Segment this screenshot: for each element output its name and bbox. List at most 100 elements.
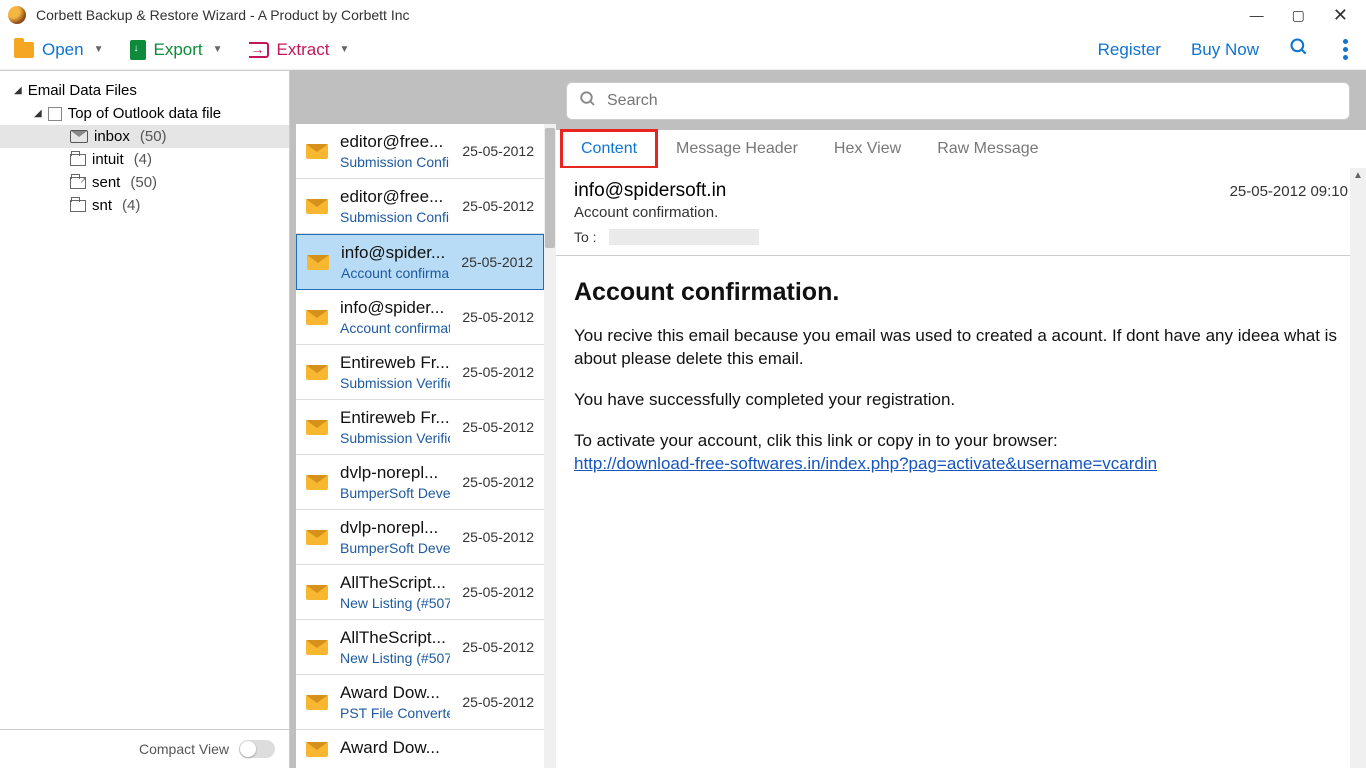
msg-from: Entireweb Fr... xyxy=(340,408,450,428)
reader-from: info@spidersoft.in xyxy=(574,180,726,202)
tree-top-label: Top of Outlook data file xyxy=(68,105,221,122)
message-row[interactable]: dvlp-norepl...BumperSoft Develo25-05-201… xyxy=(296,510,544,565)
chevron-down-icon: ▼ xyxy=(213,44,223,55)
message-row[interactable]: AllTheScript...New Listing (#507025-05-2… xyxy=(296,620,544,675)
msg-from: info@spider... xyxy=(340,298,450,318)
folder-open-icon xyxy=(14,42,34,58)
compact-view-label: Compact View xyxy=(139,741,229,757)
message-row[interactable]: Entireweb Fr...Submission Verifica25-05-… xyxy=(296,400,544,455)
close-button[interactable]: ✕ xyxy=(1333,5,1348,26)
content-area: ◢ Email Data Files ◢ Top of Outlook data… xyxy=(0,70,1366,768)
open-button[interactable]: Open ▼ xyxy=(14,40,104,60)
envelope-icon xyxy=(306,530,328,545)
envelope-icon xyxy=(306,310,328,325)
envelope-icon xyxy=(306,365,328,380)
message-row[interactable]: editor@free...Submission Confirm25-05-20… xyxy=(296,124,544,179)
search-input[interactable] xyxy=(607,92,1337,110)
msg-from: AllTheScript... xyxy=(340,573,450,593)
message-row[interactable]: AllTheScript...New Listing (#507025-05-2… xyxy=(296,565,544,620)
msg-subject: BumperSoft Develo xyxy=(340,485,450,501)
list-header-gap xyxy=(290,70,556,124)
message-row[interactable]: editor@free...Submission Confirm25-05-20… xyxy=(296,179,544,234)
msg-date: 25-05-2012 xyxy=(462,584,534,600)
msg-date: 25-05-2012 xyxy=(462,694,534,710)
msg-subject: PST File Converter : xyxy=(340,705,450,721)
reader-datetime: 25-05-2012 09:10 xyxy=(1230,183,1348,200)
tree-item-snt[interactable]: snt (4) xyxy=(0,194,289,217)
tree-item-intuit[interactable]: intuit (4) xyxy=(0,148,289,171)
message-row[interactable]: dvlp-norepl...BumperSoft Develo25-05-201… xyxy=(296,455,544,510)
msg-from: editor@free... xyxy=(340,187,450,207)
collapse-icon: ◢ xyxy=(34,108,42,119)
tab-message-header[interactable]: Message Header xyxy=(658,132,816,166)
tree-root[interactable]: ◢ Email Data Files xyxy=(0,79,289,102)
scroll-up-icon[interactable]: ▲ xyxy=(1353,170,1363,181)
msg-date: 25-05-2012 xyxy=(462,309,534,325)
buy-now-link[interactable]: Buy Now xyxy=(1191,40,1259,60)
maximize-button[interactable]: ▢ xyxy=(1292,7,1305,24)
checkbox-icon[interactable] xyxy=(48,107,62,121)
tree-item-sent[interactable]: sent (50) xyxy=(0,171,289,194)
export-button[interactable]: Export ▼ xyxy=(130,40,223,60)
tab-raw-message[interactable]: Raw Message xyxy=(919,132,1056,166)
envelope-icon xyxy=(306,695,328,710)
window-title: Corbett Backup & Restore Wizard - A Prod… xyxy=(36,7,410,23)
msg-date: 25-05-2012 xyxy=(461,254,533,270)
msg-subject: Submission Confirm xyxy=(340,209,450,225)
envelope-icon xyxy=(306,585,328,600)
tab-content[interactable]: Content xyxy=(560,129,658,169)
folder-icon xyxy=(70,200,86,212)
tree-footer: Compact View xyxy=(0,729,289,768)
mail-icon xyxy=(70,130,88,143)
extract-button[interactable]: Extract ▼ xyxy=(249,40,350,60)
reader-scrollbar[interactable]: ▲ xyxy=(1350,168,1366,768)
tree-item-label: snt xyxy=(92,197,112,214)
chevron-down-icon: ▼ xyxy=(339,44,349,55)
compact-view-toggle[interactable] xyxy=(239,740,275,758)
search-icon[interactable] xyxy=(1289,37,1309,63)
msg-date: 25-05-2012 xyxy=(462,143,534,159)
tab-hex-view[interactable]: Hex View xyxy=(816,132,919,166)
msg-subject: Account confirmati xyxy=(341,265,449,281)
message-list: editor@free... Submission Confirm 25-05-20… xyxy=(296,124,556,768)
msg-date: 25-05-2012 xyxy=(462,364,534,380)
message-row[interactable]: Award Dow...PST File Converter :25-05-20… xyxy=(296,675,544,730)
activation-link[interactable]: http://download-free-softwares.in/index.… xyxy=(574,454,1157,473)
app-logo-icon xyxy=(8,6,26,24)
tree-item-count: (50) xyxy=(130,174,157,191)
tree-root-label: Email Data Files xyxy=(28,82,137,99)
file-export-icon xyxy=(130,40,146,60)
message-row[interactable]: Award Dow... xyxy=(296,730,544,768)
message-row[interactable]: Entireweb Fr...Submission Verifica25-05-… xyxy=(296,345,544,400)
msg-from: info@spider... xyxy=(341,243,449,263)
titlebar: Corbett Backup & Restore Wizard - A Prod… xyxy=(0,0,1366,30)
reader-body: Account confirmation. You recive this em… xyxy=(556,256,1366,516)
msg-date: 25-05-2012 xyxy=(462,419,534,435)
body-p1: You recive this email because you email … xyxy=(574,325,1348,371)
msg-from: editor@free... xyxy=(340,132,450,152)
message-row[interactable]: info@spider... Account confirmati 25-05-20… xyxy=(296,234,544,290)
tree-item-inbox[interactable]: inbox (50) xyxy=(0,125,289,148)
tree-top[interactable]: ◢ Top of Outlook data file xyxy=(0,102,289,125)
search-box[interactable] xyxy=(566,82,1350,120)
extract-label: Extract xyxy=(277,40,330,60)
tree-item-label: sent xyxy=(92,174,120,191)
folder-icon xyxy=(70,154,86,166)
list-scrollbar[interactable] xyxy=(544,124,556,768)
toolbar-right: Register Buy Now xyxy=(1098,35,1352,64)
scrollbar-thumb[interactable] xyxy=(545,128,555,248)
msg-date: 25-05-2012 xyxy=(462,474,534,490)
more-menu-icon[interactable] xyxy=(1339,35,1352,64)
open-label: Open xyxy=(42,40,84,60)
message-row[interactable]: info@spider...Account confirmati25-05-20… xyxy=(296,290,544,345)
tree-item-label: inbox xyxy=(94,128,130,145)
collapse-icon: ◢ xyxy=(14,85,22,96)
search-icon xyxy=(579,90,597,113)
chevron-down-icon: ▼ xyxy=(94,44,104,55)
envelope-icon xyxy=(306,475,328,490)
msg-from: Entireweb Fr... xyxy=(340,353,450,373)
minimize-button[interactable]: — xyxy=(1250,7,1264,23)
envelope-icon xyxy=(307,255,329,270)
register-link[interactable]: Register xyxy=(1098,40,1161,60)
reader-subject: Account confirmation. xyxy=(574,204,1348,221)
